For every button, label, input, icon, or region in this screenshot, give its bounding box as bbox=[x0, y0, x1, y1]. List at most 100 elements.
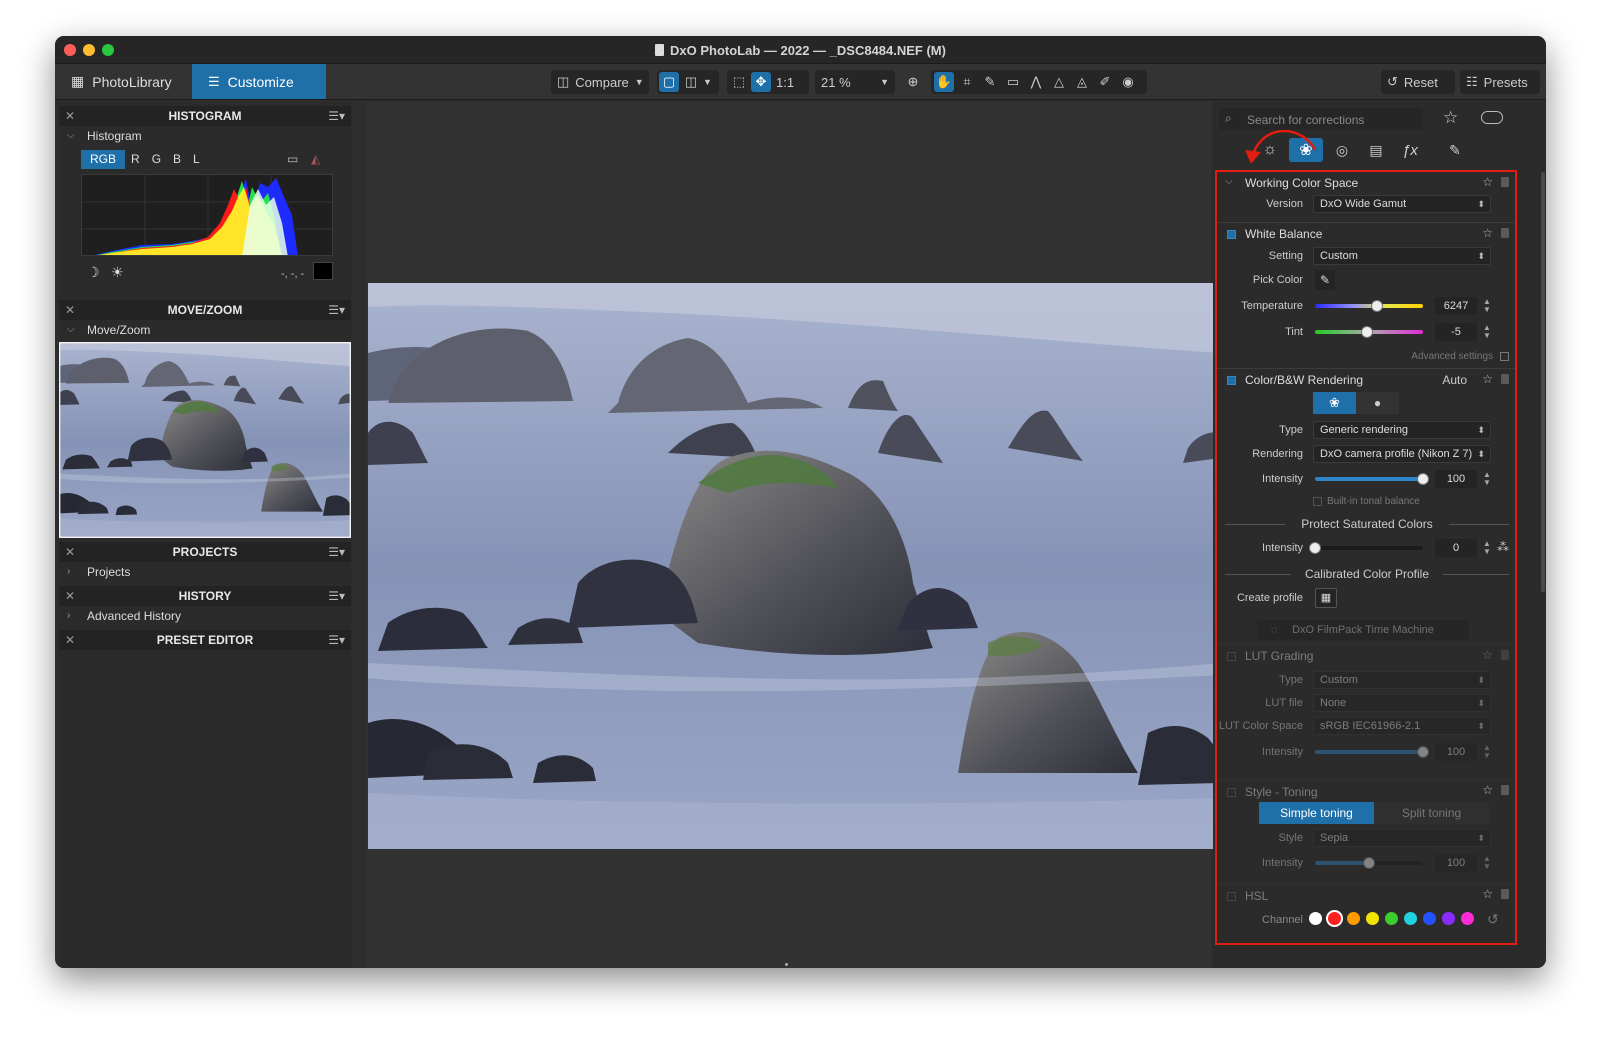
enable-checkbox[interactable] bbox=[1227, 230, 1236, 239]
histogram-header[interactable]: ✕ HISTOGRAM ☰▾ bbox=[59, 106, 351, 126]
histogram-subheader[interactable]: ⌵ Histogram bbox=[59, 126, 351, 146]
favorite-star-icon[interactable]: ☆ bbox=[1482, 226, 1493, 240]
eyedropper-icon[interactable]: ✎ bbox=[1315, 270, 1335, 290]
slider-knob[interactable] bbox=[1363, 857, 1375, 869]
hsl-channel-swatch[interactable] bbox=[1404, 912, 1417, 925]
style-intensity-slider[interactable] bbox=[1315, 857, 1423, 869]
enable-checkbox[interactable] bbox=[1227, 788, 1236, 797]
color-rendering-header[interactable]: Color/B&W Rendering Auto ☆ bbox=[1217, 368, 1517, 390]
soft-proof-icon[interactable]: ◭ bbox=[311, 152, 320, 166]
help-icon[interactable] bbox=[1501, 650, 1509, 660]
lut-intensity-slider[interactable] bbox=[1315, 746, 1429, 758]
projects-subheader[interactable]: › Projects bbox=[59, 562, 351, 582]
favorite-star-icon[interactable]: ☆ bbox=[1482, 887, 1493, 901]
presets-button[interactable]: ☷ Presets bbox=[1460, 70, 1540, 94]
wb-temperature-value[interactable]: 6247 bbox=[1435, 297, 1477, 315]
hsl-channel-swatch[interactable] bbox=[1366, 912, 1379, 925]
help-icon[interactable] bbox=[1501, 228, 1509, 238]
navigator-thumbnail[interactable] bbox=[59, 342, 351, 538]
tab-customize[interactable]: ☰ Customize bbox=[192, 64, 326, 99]
cbw-rendering-select[interactable]: DxO camera profile (Nikon Z 7) ⬍ bbox=[1313, 445, 1491, 463]
split-toning-button[interactable]: Split toning bbox=[1374, 802, 1489, 824]
local-adjustments-icon[interactable]: △ bbox=[1049, 72, 1069, 92]
help-icon[interactable] bbox=[1501, 785, 1509, 795]
horizon-tool-icon[interactable]: ▭ bbox=[1003, 72, 1023, 92]
right-scrollbar[interactable] bbox=[1541, 172, 1545, 592]
split-view-icon[interactable]: ◫ bbox=[681, 72, 701, 92]
favorite-star-icon[interactable]: ☆ bbox=[1482, 648, 1493, 662]
simple-toning-button[interactable]: Simple toning bbox=[1259, 802, 1374, 824]
favorite-star-icon[interactable]: ☆ bbox=[1482, 372, 1493, 386]
reset-channel-icon[interactable]: ↺ bbox=[1487, 911, 1499, 928]
movezoom-subheader[interactable]: ⌵ Move/Zoom bbox=[59, 320, 351, 340]
lut-intensity-value[interactable]: 100 bbox=[1435, 743, 1477, 761]
close-icon[interactable]: ✕ bbox=[65, 586, 75, 606]
moon-icon[interactable]: ☽ bbox=[87, 264, 100, 281]
hsl-channel-swatch[interactable] bbox=[1461, 912, 1474, 925]
hsl-channel-swatch[interactable] bbox=[1328, 912, 1341, 925]
movezoom-header[interactable]: ✕ MOVE/ZOOM ☰▾ bbox=[59, 300, 351, 320]
favorite-star-icon[interactable]: ☆ bbox=[1482, 783, 1493, 797]
move-icon[interactable]: ✥ bbox=[751, 72, 771, 92]
slider-knob[interactable] bbox=[1360, 326, 1373, 338]
compare-button[interactable]: ◫ Compare ▼ bbox=[551, 70, 649, 94]
expand-square-icon[interactable] bbox=[1500, 352, 1509, 361]
enable-checkbox[interactable] bbox=[1227, 376, 1236, 385]
close-icon[interactable]: ✕ bbox=[65, 630, 75, 650]
star-icon[interactable]: ☆ bbox=[1443, 108, 1458, 128]
monitor-icon[interactable]: ▭ bbox=[287, 152, 298, 166]
zoom-in-icon[interactable]: ⊕ bbox=[903, 72, 923, 92]
magic-wand-icon[interactable]: ⁂ bbox=[1497, 540, 1509, 554]
slider-knob[interactable] bbox=[1417, 473, 1429, 485]
color-mode-icon[interactable]: ❀ bbox=[1313, 392, 1356, 414]
preset-editor-header[interactable]: ✕ PRESET EDITOR ☰▾ bbox=[59, 630, 351, 650]
history-subheader[interactable]: › Advanced History bbox=[59, 606, 351, 626]
lut-grading-header[interactable]: LUT Grading ☆ bbox=[1217, 644, 1517, 666]
color-checker-icon[interactable]: ▦ bbox=[1315, 588, 1337, 608]
control-point-icon[interactable]: ◬ bbox=[1072, 72, 1092, 92]
eye-icon[interactable]: ◉ bbox=[1118, 72, 1138, 92]
detail-tab-icon[interactable]: ◎ bbox=[1327, 138, 1357, 162]
hand-tool-icon[interactable]: ✋ bbox=[934, 72, 954, 92]
protect-intensity-value[interactable]: 0 bbox=[1435, 539, 1477, 557]
hsl-channel-swatch[interactable] bbox=[1423, 912, 1436, 925]
channel-b[interactable]: B bbox=[167, 150, 187, 169]
stepper-icon[interactable]: ▲ ▼ bbox=[1483, 324, 1491, 340]
white-balance-picker-icon[interactable]: ✎ bbox=[980, 72, 1000, 92]
channel-rgb[interactable]: RGB bbox=[81, 150, 126, 169]
sun-icon[interactable]: ☀ bbox=[111, 264, 124, 281]
reset-button[interactable]: ↺ Reset bbox=[1381, 70, 1455, 94]
wb-tint-value[interactable]: -5 bbox=[1435, 323, 1477, 341]
close-icon[interactable]: ✕ bbox=[65, 300, 75, 320]
enable-checkbox[interactable] bbox=[1227, 892, 1236, 901]
palette-menu-icon[interactable]: ☰▾ bbox=[328, 542, 345, 562]
stepper-icon[interactable]: ▲ ▼ bbox=[1483, 471, 1491, 487]
hsl-channel-swatch[interactable] bbox=[1309, 912, 1322, 925]
hsl-header[interactable]: HSL bbox=[1217, 884, 1517, 906]
palette-menu-icon[interactable]: ☰▾ bbox=[328, 586, 345, 606]
channel-g[interactable]: G bbox=[146, 150, 167, 169]
geometry-tab-icon[interactable]: ▤ bbox=[1361, 138, 1391, 162]
image-viewer[interactable] bbox=[367, 102, 1220, 968]
temperature-slider[interactable] bbox=[1315, 300, 1423, 312]
channel-r[interactable]: R bbox=[125, 150, 146, 169]
stepper-icon[interactable]: ▲ ▼ bbox=[1483, 855, 1491, 871]
repair-tool-icon[interactable]: ✐ bbox=[1095, 72, 1115, 92]
cbw-type-select[interactable]: Generic rendering ⬍ bbox=[1313, 421, 1491, 439]
close-icon[interactable]: ✕ bbox=[65, 542, 75, 562]
wb-advanced-row[interactable]: Advanced settings bbox=[1217, 346, 1517, 366]
enable-checkbox[interactable] bbox=[1227, 652, 1236, 661]
filmpack-button[interactable]: ◌ DxO FilmPack Time Machine bbox=[1257, 620, 1469, 640]
local-tab-icon[interactable]: ✎ bbox=[1435, 138, 1475, 162]
tint-slider[interactable] bbox=[1315, 326, 1423, 338]
help-icon[interactable] bbox=[1501, 374, 1509, 384]
palette-menu-icon[interactable]: ☰▾ bbox=[328, 300, 345, 320]
toggle-icon[interactable] bbox=[1481, 111, 1503, 124]
protect-intensity-slider[interactable] bbox=[1309, 542, 1423, 554]
tab-photolibrary[interactable]: ▦ PhotoLibrary bbox=[55, 64, 191, 99]
help-icon[interactable] bbox=[1501, 889, 1509, 899]
palette-menu-icon[interactable]: ☰▾ bbox=[328, 106, 345, 126]
slider-knob[interactable] bbox=[1417, 746, 1429, 758]
lut-type-select[interactable]: Custom ⬍ bbox=[1313, 671, 1491, 689]
projects-header[interactable]: ✕ PROJECTS ☰▾ bbox=[59, 542, 351, 562]
